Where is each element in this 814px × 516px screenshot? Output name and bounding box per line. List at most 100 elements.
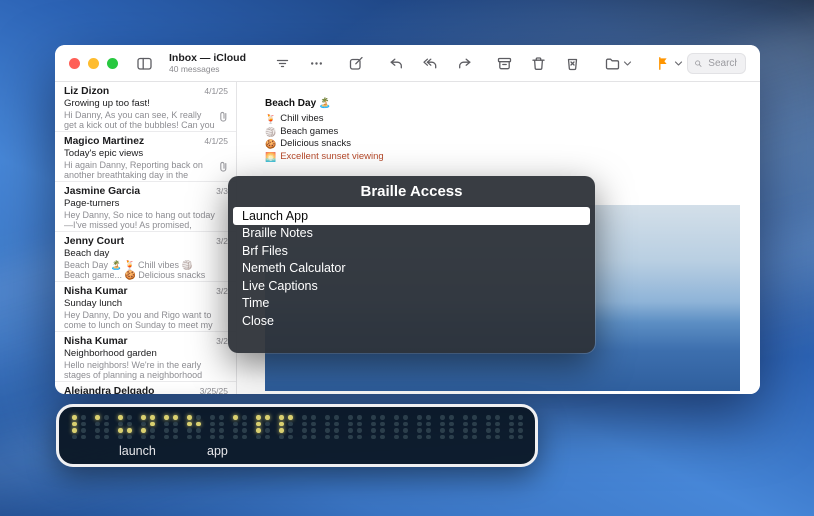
- desktop-wallpaper: Inbox — iCloud 40 messages: [0, 0, 814, 516]
- message-preview: Hi Danny, As you can see, K really get a…: [64, 110, 215, 130]
- message-list: Liz Dizon 4/1/25 Growing up too fast! Hi…: [55, 82, 237, 394]
- window-title: Inbox — iCloud: [169, 53, 255, 64]
- compose-icon: [348, 55, 365, 72]
- braille-cells: [72, 415, 523, 440]
- close-window-button[interactable]: [69, 58, 80, 69]
- braille-cell: [371, 415, 385, 440]
- archive-button[interactable]: [492, 53, 517, 74]
- move-to-folder-button[interactable]: [600, 53, 636, 74]
- braille-menu-item[interactable]: Live Captions: [233, 277, 590, 295]
- reply-all-icon: [422, 55, 439, 72]
- filter-icon: [274, 55, 291, 72]
- braille-cell: [279, 415, 293, 440]
- message-preview: Beach Day 🏝️ 🍹 Chill vibes 🏐 Beach game.…: [64, 260, 215, 280]
- search-field[interactable]: [687, 53, 746, 74]
- flag-button[interactable]: [651, 53, 687, 74]
- braille-cell: [118, 415, 132, 440]
- braille-menu-item[interactable]: Nemeth Calculator: [233, 260, 590, 278]
- message-sender: Jenny Court: [64, 236, 124, 248]
- delete-button[interactable]: [526, 53, 551, 74]
- filter-button[interactable]: [270, 53, 295, 74]
- more-options-button[interactable]: [304, 53, 329, 74]
- window-title-block: Inbox — iCloud 40 messages: [169, 53, 255, 74]
- braille-cell: [486, 415, 500, 440]
- reply-all-button[interactable]: [418, 53, 443, 74]
- window-subtitle: 40 messages: [169, 65, 255, 74]
- message-list-item[interactable]: Nisha Kumar 3/2 Neighborhood garden Hell…: [55, 332, 236, 382]
- message-sender: Magico Martinez: [64, 136, 144, 148]
- content-item-emoji: 🏐: [265, 126, 276, 139]
- braille-menu-item[interactable]: Braille Notes: [233, 225, 590, 243]
- braille-cell: [187, 415, 201, 440]
- content-items: 🍹 Chill vibes 🏐 Beach games 🍪 Delicious …: [265, 113, 740, 163]
- message-sender: Nisha Kumar: [64, 336, 128, 348]
- braille-menu-item-label: Nemeth Calculator: [242, 261, 346, 275]
- message-list-item[interactable]: Jenny Court 3/2 Beach day Beach Day 🏝️ 🍹…: [55, 232, 236, 282]
- message-preview: Hi again Danny, Reporting back on anothe…: [64, 160, 215, 180]
- braille-menu-item[interactable]: Brf Files: [233, 242, 590, 260]
- message-list-item[interactable]: Nisha Kumar 3/2 Sunday lunch Hey Danny, …: [55, 282, 236, 332]
- braille-cell: [348, 415, 362, 440]
- braille-menu-item[interactable]: Close: [233, 312, 590, 330]
- junk-icon: [564, 55, 581, 72]
- braille-cell: [164, 415, 178, 440]
- flag-icon: [655, 55, 672, 72]
- content-title: Beach Day 🏝️: [265, 98, 740, 110]
- braille-cell: [141, 415, 155, 440]
- message-list-item[interactable]: Jasmine Garcia 3/3 Page-turners Hey Dann…: [55, 182, 236, 232]
- message-subject: Beach day: [64, 248, 228, 259]
- forward-button[interactable]: [452, 53, 477, 74]
- message-date: 3/3: [216, 186, 228, 196]
- braille-menu-item-label: Close: [242, 314, 274, 328]
- message-list-item[interactable]: Magico Martinez 4/1/25 Today's epic view…: [55, 132, 236, 182]
- braille-cell: [256, 415, 270, 440]
- zoom-window-button[interactable]: [107, 58, 118, 69]
- braille-cell: [394, 415, 408, 440]
- message-sender: Jasmine Garcia: [64, 186, 140, 198]
- braille-menu-item-label: Launch App: [242, 209, 308, 223]
- message-date: 4/1/25: [204, 136, 228, 146]
- braille-menu-item-label: Braille Notes: [242, 226, 313, 240]
- mail-toolbar: Inbox — iCloud 40 messages: [55, 45, 760, 82]
- forward-icon: [456, 55, 473, 72]
- sidebar-toggle-button[interactable]: [132, 53, 157, 74]
- braille-cell: [302, 415, 316, 440]
- braille-menu-item[interactable]: Time: [233, 295, 590, 313]
- message-date: 3/2: [216, 236, 228, 246]
- minimize-window-button[interactable]: [88, 58, 99, 69]
- message-preview: Hello neighbors! We're in the early stag…: [64, 360, 215, 380]
- content-item-text: Chill vibes: [280, 113, 323, 126]
- message-subject: Today's epic views: [64, 148, 228, 159]
- search-input[interactable]: [706, 57, 739, 70]
- attachment-icon: [218, 110, 228, 130]
- junk-button[interactable]: [560, 53, 585, 74]
- braille-display: launchapp: [56, 404, 538, 467]
- content-list-item: 🍪 Delicious snacks: [265, 138, 740, 151]
- content-item-text: Excellent sunset viewing: [280, 151, 384, 164]
- braille-cell: [72, 415, 86, 440]
- message-list-item[interactable]: Liz Dizon 4/1/25 Growing up too fast! Hi…: [55, 82, 236, 132]
- braille-word: launch: [119, 444, 156, 458]
- braille-menu-item-label: Live Captions: [242, 279, 318, 293]
- window-controls: [69, 58, 118, 69]
- content-list-item: 🏐 Beach games: [265, 126, 740, 139]
- compose-button[interactable]: [344, 53, 369, 74]
- content-item-emoji: 🌅: [265, 151, 276, 164]
- message-subject: Neighborhood garden: [64, 348, 228, 359]
- sidebar-icon: [136, 55, 153, 72]
- braille-access-title: Braille Access: [228, 176, 595, 200]
- message-sender: Alejandra Delgado: [64, 386, 154, 394]
- message-list-item[interactable]: Alejandra Delgado 3/25/25: [55, 382, 236, 394]
- reply-button[interactable]: [384, 53, 409, 74]
- braille-cell: [325, 415, 339, 440]
- braille-menu-item-label: Brf Files: [242, 244, 288, 258]
- message-date: 4/1/25: [204, 86, 228, 96]
- search-icon: [694, 57, 702, 70]
- braille-menu-item[interactable]: Launch App: [233, 207, 590, 225]
- message-subject: Sunday lunch: [64, 298, 228, 309]
- content-list-item: 🍹 Chill vibes: [265, 113, 740, 126]
- braille-cell: [95, 415, 109, 440]
- message-preview: Hey Danny, Do you and Rigo want to come …: [64, 310, 215, 330]
- braille-cell: [463, 415, 477, 440]
- archive-icon: [496, 55, 513, 72]
